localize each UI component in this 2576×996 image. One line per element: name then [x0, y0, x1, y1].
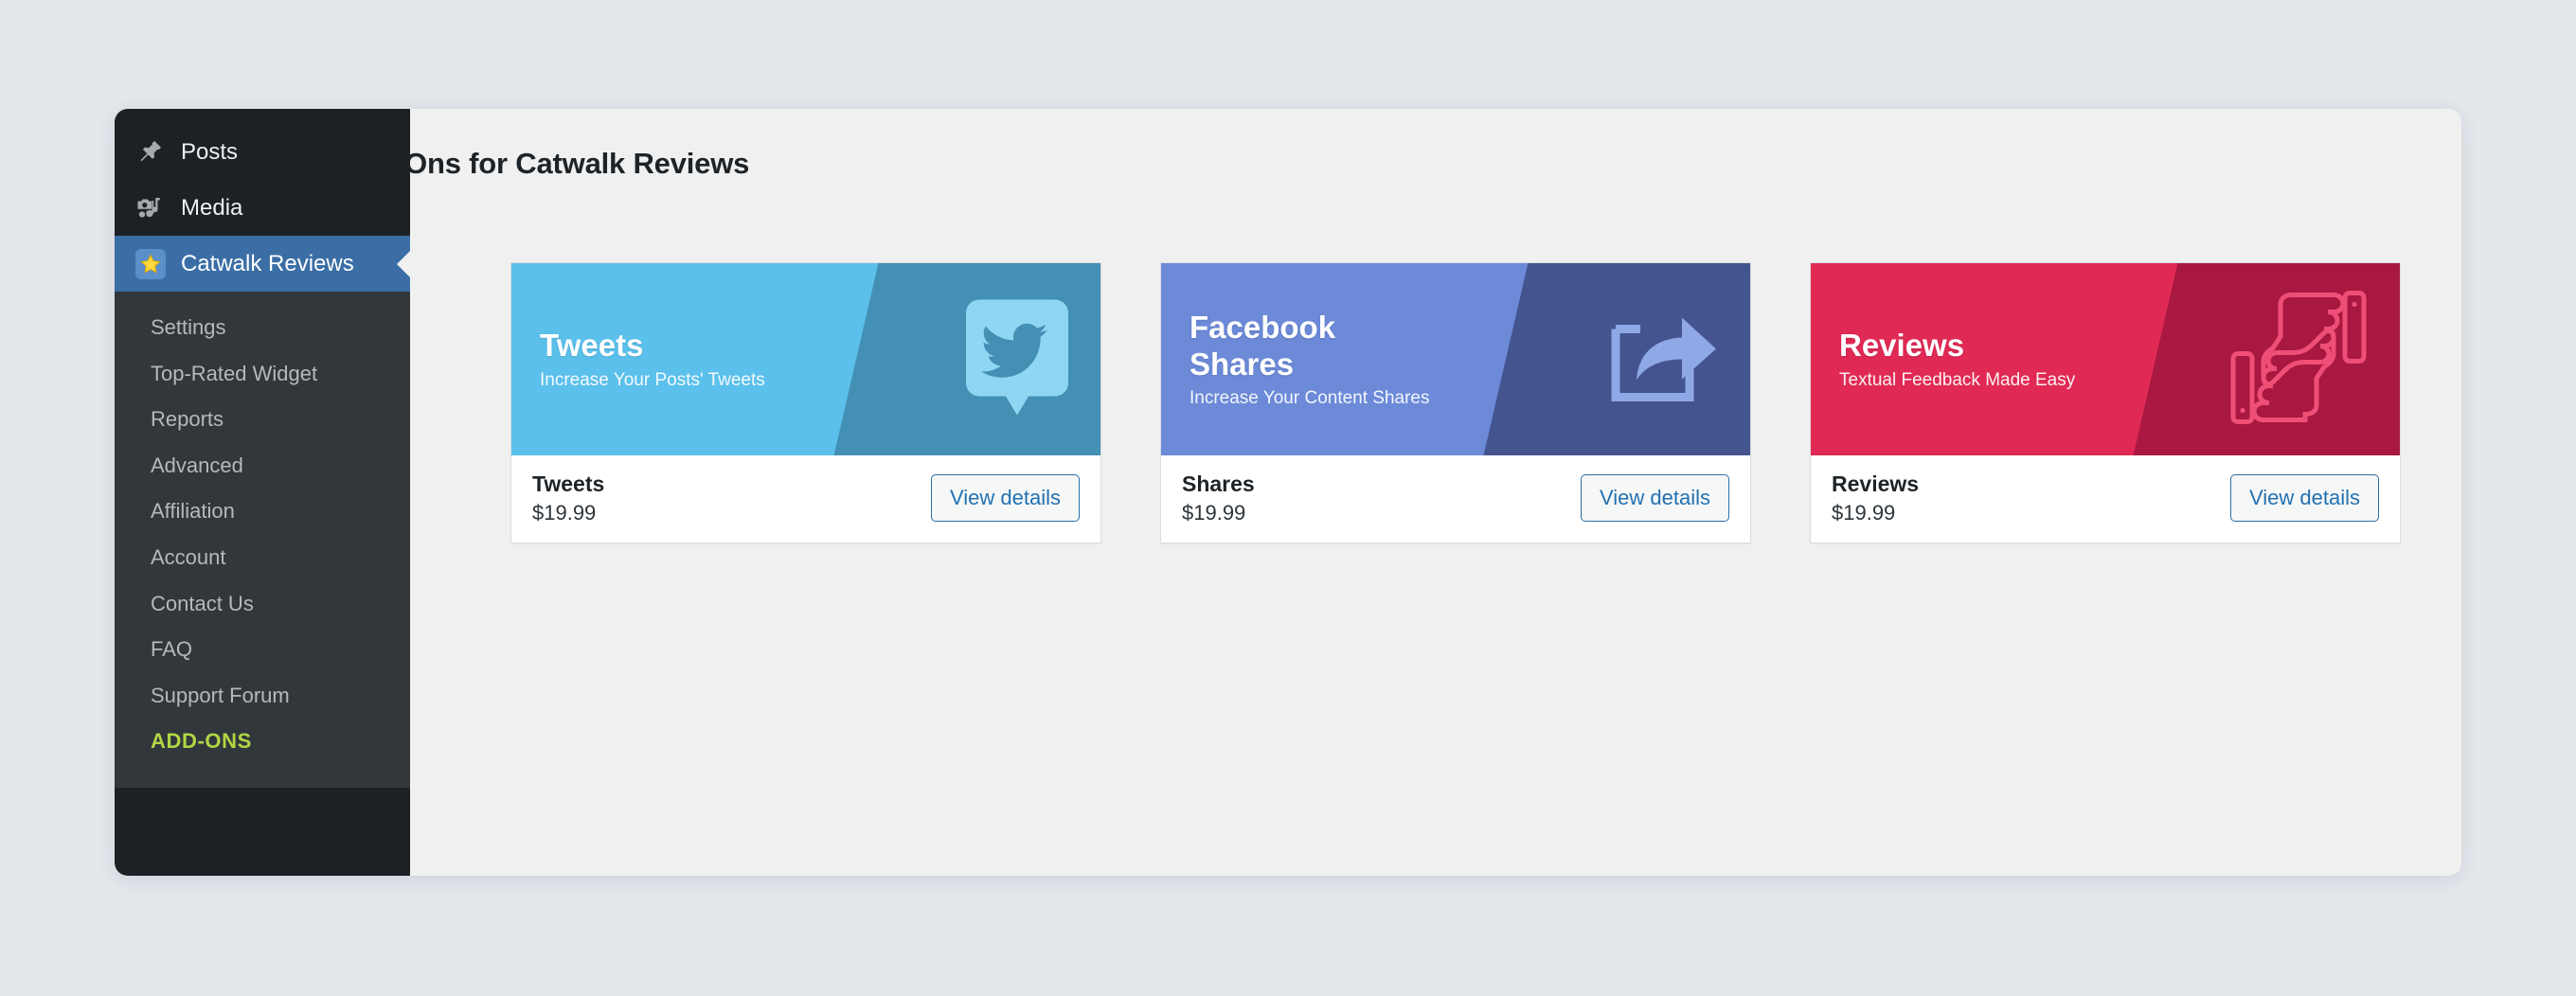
addon-card-footer: Reviews $19.99 View details [1811, 455, 2400, 542]
sidebar-top-menu: Posts Media Catwalk Reviews [115, 109, 410, 292]
sidebar-item-add-ons[interactable]: ADD-ONS [115, 719, 410, 765]
view-details-button[interactable]: View details [1581, 473, 1729, 522]
banner-title: Tweets [540, 328, 644, 364]
sidebar-item-label: Posts [181, 138, 239, 165]
banner-subtitle: Increase Your Content Shares [1190, 387, 1430, 408]
addon-name: Reviews [1832, 471, 1920, 496]
addon-price: $19.99 [1832, 500, 1896, 525]
addon-card-shares[interactable]: Facebook Shares Increase Your Content Sh… [1160, 262, 1751, 543]
app-screen: Add Ons for Catwalk Reviews Tweets Incre… [0, 0, 2576, 996]
camera-music-icon [135, 194, 175, 222]
addon-price: $19.99 [1182, 500, 1246, 525]
addons-card-grid: Tweets Increase Your Posts' Tweets Tweet… [510, 262, 2401, 543]
banner-subtitle: Textual Feedback Made Easy [1839, 369, 2076, 390]
thumbs-up-down-icon [2229, 285, 2368, 434]
sidebar-item-catwalk-reviews[interactable]: Catwalk Reviews [115, 236, 410, 292]
addon-price: $19.99 [532, 500, 597, 525]
view-details-button[interactable]: View details [931, 473, 1080, 522]
addon-info: Reviews $19.99 [1832, 471, 1919, 525]
sidebar-item-top-rated-widget[interactable]: Top-Rated Widget [115, 351, 410, 398]
banner-subtitle: Increase Your Posts' Tweets [540, 369, 765, 390]
banner-title: Facebook [1190, 310, 1336, 346]
banner-text-block: Facebook Shares Increase Your Content Sh… [1190, 263, 1430, 455]
sidebar-item-posts[interactable]: Posts [115, 124, 410, 180]
addon-card-tweets[interactable]: Tweets Increase Your Posts' Tweets Tweet… [510, 262, 1101, 543]
addon-banner: Facebook Shares Increase Your Content Sh… [1161, 263, 1750, 455]
addon-card-footer: Tweets $19.99 View details [511, 455, 1100, 542]
addon-card-reviews[interactable]: Reviews Textual Feedback Made Easy Revie… [1810, 262, 2401, 543]
banner-title-line2: Shares [1190, 346, 1295, 382]
share-arrow-icon [1608, 310, 1718, 409]
active-indicator-arrow-icon [397, 250, 410, 277]
sidebar-item-support-forum[interactable]: Support Forum [115, 673, 410, 720]
banner-text-block: Tweets Increase Your Posts' Tweets [540, 263, 765, 455]
sidebar-item-label: Media [181, 194, 243, 221]
sidebar-submenu: Settings Top-Rated Widget Reports Advanc… [115, 292, 410, 788]
sidebar-item-account[interactable]: Account [115, 535, 410, 581]
addon-name: Shares [1182, 471, 1255, 496]
pin-icon [135, 138, 175, 167]
admin-sidebar: Posts Media Catwalk Reviews Settings Top… [115, 109, 410, 876]
addon-banner: Reviews Textual Feedback Made Easy [1811, 263, 2400, 455]
addon-name: Tweets [532, 471, 605, 496]
addon-info: Tweets $19.99 [532, 471, 604, 525]
view-details-button[interactable]: View details [2230, 473, 2379, 522]
sidebar-item-affiliation[interactable]: Affiliation [115, 489, 410, 535]
sidebar-item-settings[interactable]: Settings [115, 305, 410, 351]
sidebar-item-advanced[interactable]: Advanced [115, 443, 410, 489]
sidebar-item-reports[interactable]: Reports [115, 397, 410, 443]
sidebar-item-media[interactable]: Media [115, 180, 410, 236]
addon-banner: Tweets Increase Your Posts' Tweets [511, 263, 1100, 455]
twitter-bird-icon [966, 299, 1068, 419]
banner-text-block: Reviews Textual Feedback Made Easy [1839, 263, 2075, 455]
star-icon [135, 248, 175, 279]
sidebar-item-faq[interactable]: FAQ [115, 627, 410, 673]
star-badge [135, 248, 166, 279]
banner-title: Reviews [1839, 328, 1965, 364]
sidebar-item-contact-us[interactable]: Contact Us [115, 581, 410, 628]
sidebar-item-label: Catwalk Reviews [181, 250, 354, 276]
addon-info: Shares $19.99 [1182, 471, 1255, 525]
addon-card-footer: Shares $19.99 View details [1161, 455, 1750, 542]
